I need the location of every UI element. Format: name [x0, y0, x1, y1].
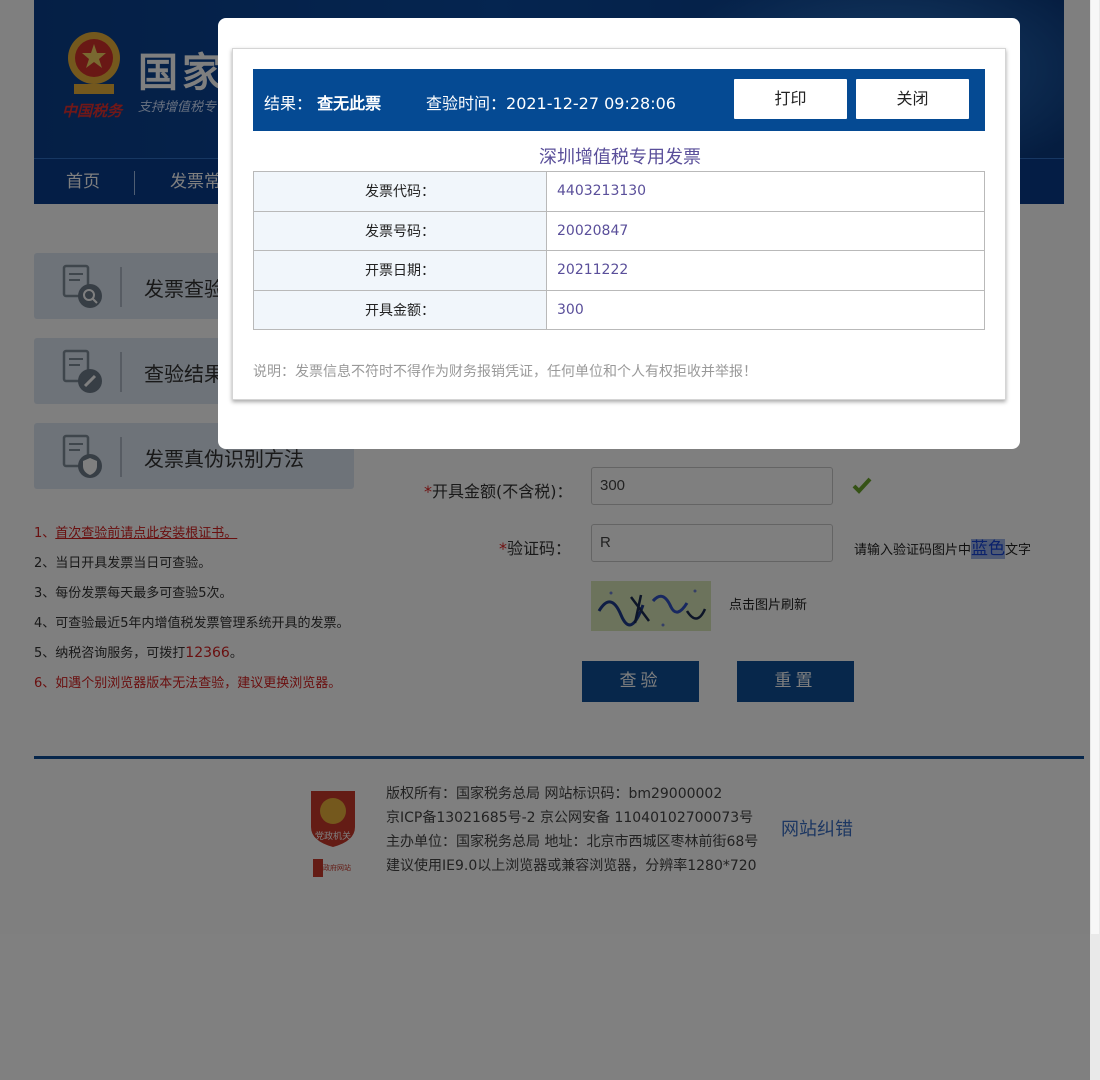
- table-row: 开具金额： 300: [253, 289, 985, 330]
- field-label: 开具金额：: [253, 289, 547, 330]
- overlay-bottom-area: [0, 934, 1090, 1080]
- invoice-info-table: 发票代码： 4403213130 发票号码： 20020847 开票日期： 20…: [253, 171, 985, 330]
- field-label: 发票代码：: [253, 171, 547, 212]
- check-time-value: 2021-12-27 09:28:06: [506, 94, 676, 113]
- result-panel: 结果： 查无此票 查验时间：2021-12-27 09:28:06 打印 关闭 …: [232, 48, 1006, 400]
- result-modal: 结果： 查无此票 查验时间：2021-12-27 09:28:06 打印 关闭 …: [218, 18, 1020, 449]
- table-row: 开票日期： 20211222: [253, 250, 985, 291]
- result-label: 结果：: [264, 94, 313, 113]
- field-label: 开票日期：: [253, 250, 547, 291]
- field-value: 300: [546, 289, 985, 330]
- result-status: 结果： 查无此票: [264, 90, 381, 114]
- result-value: 查无此票: [317, 94, 382, 113]
- table-row: 发票代码： 4403213130: [253, 171, 985, 212]
- scrollbar-thumb[interactable]: [1091, 0, 1099, 934]
- field-label: 发票号码：: [253, 210, 547, 251]
- check-time: 查验时间：2021-12-27 09:28:06: [426, 90, 676, 114]
- field-value: 20211222: [546, 250, 985, 291]
- field-value: 20020847: [546, 210, 985, 251]
- close-button[interactable]: 关闭: [856, 79, 969, 119]
- disclaimer-text: 说明：发票信息不符时不得作为财务报销凭证，任何单位和个人有权拒收并举报！: [253, 364, 757, 380]
- invoice-title: 深圳增值税专用发票: [539, 147, 701, 168]
- print-button[interactable]: 打印: [734, 79, 847, 119]
- field-value: 4403213130: [546, 171, 985, 212]
- check-time-label: 查验时间：: [426, 94, 507, 113]
- result-bar: 结果： 查无此票 查验时间：2021-12-27 09:28:06 打印 关闭: [253, 69, 985, 131]
- table-row: 发票号码： 20020847: [253, 210, 985, 251]
